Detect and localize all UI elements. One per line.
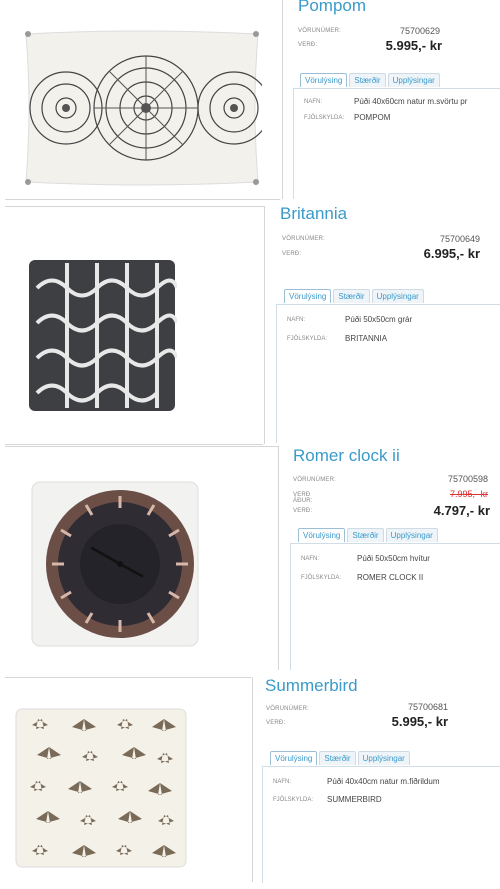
name-label: NAFN: <box>301 556 319 562</box>
family-label: FJÖLSKYLDA: <box>287 336 328 342</box>
price-label: VERÐ: <box>298 42 318 48</box>
tab-info[interactable]: Upplýsingar <box>357 751 410 765</box>
tab-description[interactable]: Vörulýsing <box>300 73 348 87</box>
tab-info[interactable]: Upplýsingar <box>371 289 424 303</box>
name-label: NAFN: <box>304 99 322 105</box>
tab-panel: NAFN: Púði 40x60cm natur m.svörtu pr FJÖ… <box>293 88 500 199</box>
sku-value: 75700681 <box>407 702 448 712</box>
tab-sizes[interactable]: Stærðir <box>333 289 370 303</box>
family-label: FJÖLSKYLDA: <box>304 115 345 121</box>
tab-description[interactable]: Vörulýsing <box>298 528 346 542</box>
price-label: VERÐ: <box>293 508 313 514</box>
sku-value: 75700598 <box>447 474 488 484</box>
tab-sizes[interactable]: Stærðir <box>319 751 356 765</box>
family-value: BRITANNIA <box>345 334 388 343</box>
product-title[interactable]: Romer clock ii <box>293 446 400 466</box>
product-image-pompom[interactable] <box>22 28 271 188</box>
sku-label: VÖRUNÚMER: <box>298 28 342 34</box>
sku-value: 75700629 <box>399 26 440 36</box>
product-tabs: Vörulýsing Stærðir Upplýsingar <box>270 751 410 765</box>
card-divider <box>5 446 278 447</box>
family-value: ROMER CLOCK II <box>357 573 424 582</box>
name-label: NAFN: <box>273 779 291 785</box>
card-divider-vertical <box>264 206 265 444</box>
sku-label: VÖRUNÚMER: <box>266 706 310 712</box>
family-label: FJÖLSKYLDA: <box>301 575 342 581</box>
price-value: 6.995,- kr <box>423 246 480 261</box>
sku-label: VÖRUNÚMER: <box>282 236 326 242</box>
tab-sizes[interactable]: Stærðir <box>349 73 386 87</box>
product-title[interactable]: Summerbird <box>265 676 358 696</box>
tab-panel: NAFN: Púði 40x40cm natur m.fiðrildum FJÖ… <box>262 766 500 883</box>
name-value: Púði 40x40cm natur m.fiðrildum <box>327 777 440 786</box>
product-image-romer-clock-ii[interactable] <box>30 478 200 650</box>
sku-value: 75700649 <box>439 234 480 244</box>
tab-description[interactable]: Vörulýsing <box>284 289 332 303</box>
tab-panel: NAFN: Púði 50x50cm hvítur FJÖLSKYLDA: RO… <box>290 543 500 670</box>
tab-info[interactable]: Upplýsingar <box>387 73 440 87</box>
price-value: 5.995,- kr <box>385 38 442 53</box>
tab-info[interactable]: Upplýsingar <box>385 528 438 542</box>
product-tabs: Vörulýsing Stærðir Upplýsingar <box>284 289 424 303</box>
sku-label: VÖRUNÚMER: <box>293 477 337 483</box>
family-value: SUMMERBIRD <box>327 795 382 804</box>
product-title[interactable]: Britannia <box>280 204 347 224</box>
product-tabs: Vörulýsing Stærðir Upplýsingar <box>300 73 440 87</box>
card-divider-vertical <box>282 0 283 199</box>
card-divider-vertical <box>252 677 253 882</box>
price-label: VERÐ: <box>266 720 286 726</box>
product-title[interactable]: Pompom <box>298 0 366 16</box>
card-divider-vertical <box>278 446 279 670</box>
tab-panel: NAFN: Púði 50x50cm grár FJÖLSKYLDA: BRIT… <box>276 304 500 443</box>
product-image-britannia[interactable] <box>27 258 179 413</box>
name-value: Púði 40x60cm natur m.svörtu pr <box>354 97 468 106</box>
family-value: POMPOM <box>354 113 391 122</box>
name-label: NAFN: <box>287 317 305 323</box>
family-label: FJÖLSKYLDA: <box>273 797 314 803</box>
card-divider <box>5 206 264 207</box>
name-value: Púði 50x50cm hvítur <box>357 554 430 563</box>
product-image-summerbird[interactable] <box>12 705 190 871</box>
tab-description[interactable]: Vörulýsing <box>270 751 318 765</box>
name-value: Púði 50x50cm grár <box>345 315 413 324</box>
old-price-label: VERÐ ÁÐUR: <box>293 492 313 504</box>
price-value: 5.995,- kr <box>391 714 448 729</box>
price-value: 4.797,- kr <box>433 503 490 518</box>
price-label: VERÐ: <box>282 251 302 257</box>
card-divider <box>5 677 251 678</box>
card-divider <box>5 199 280 200</box>
card-divider <box>5 444 263 445</box>
tab-sizes[interactable]: Stærðir <box>347 528 384 542</box>
old-price-value: 7.995,- kr <box>449 489 488 499</box>
product-tabs: Vörulýsing Stærðir Upplýsingar <box>298 528 438 542</box>
